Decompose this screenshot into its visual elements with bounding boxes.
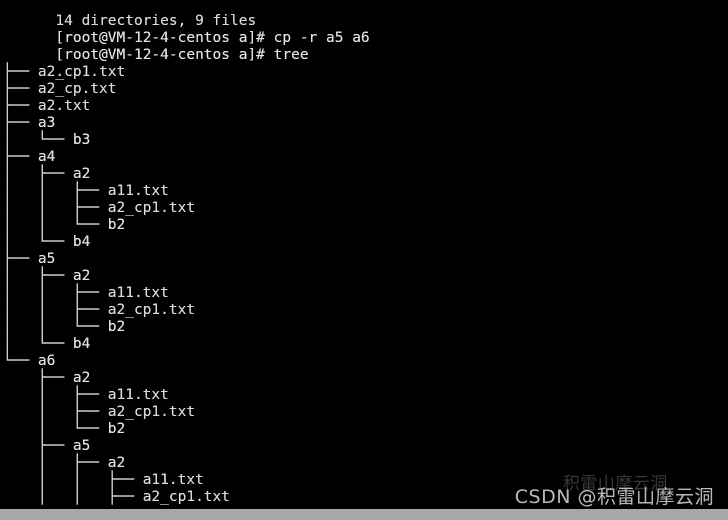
tree-branch-glyph: │ ├── [3,268,73,284]
tree-branch-glyph: ├── [3,115,38,131]
shell-command-tree: tree [264,47,309,63]
tree-line: ├── a5 [3,438,728,455]
tree-file-name: a2_cp1.txt [107,404,196,420]
tree-line: │ │ ├── a2_cp1.txt [3,489,728,506]
tree-line: │ ├── a2 [3,455,728,472]
tree-branch-glyph: │ │ ├── [3,183,108,199]
tree-directory-name: a5 [72,438,91,454]
tree-line: │ └── b3 [3,132,728,149]
tree-line: │ │ ├── a11.txt [3,472,728,489]
tree-file-name: a2_cp1.txt [37,64,126,80]
tree-file-name: a11.txt [107,285,169,301]
tree-branch-glyph: ├── [3,64,38,80]
tree-directory-name: b3 [72,132,91,148]
tree-directory-name: a5 [37,251,56,267]
terminal-screen: 14 directories, 9 files [root@VM-12-4-ce… [3,0,728,506]
status-bar [0,509,728,520]
tree-branch-glyph: │ │ └── [3,217,108,233]
tree-line: │ └── b4 [3,336,728,353]
tree-branch-glyph: ├── [3,149,38,165]
tree-line: │ │ ├── a11.txt [3,183,728,200]
tree-line: │ │ └── b2 [3,217,728,234]
tree-branch-glyph: ├── [3,98,38,114]
tree-directory-name: b4 [72,336,91,352]
tree-file-name: a2_cp1.txt [107,200,196,216]
tree-line: │ │ └── b2 [3,319,728,336]
tree-branch-glyph: ├── [3,81,38,97]
tree-branch-glyph: │ └── [3,421,108,437]
tree-branch-glyph: │ └── [3,234,73,250]
tree-branch-glyph: │ │ ├── [3,285,108,301]
tree-file-name: a11.txt [107,183,169,199]
tree-branch-glyph: │ │ ├── [3,489,143,505]
tree-branch-glyph: │ │ ├── [3,472,143,488]
tree-directory-name: a2 [107,455,126,471]
tree-line: ├── a2_cp.txt [3,81,728,98]
tree-branch-glyph: │ └── [3,132,73,148]
shell-command-cp: cp -r a5 a6 [264,30,370,46]
tree-directory-name: a6 [37,353,56,369]
tree-file-name: a2_cp1.txt [142,489,230,505]
scrollback-summary-text: 14 directories, 9 files [55,13,257,29]
tree-branch-glyph: │ │ ├── [3,200,108,216]
tree-branch-glyph: │ └── [3,336,73,352]
tree-branch-glyph: ├── [3,438,73,454]
tree-line: └── a6 [3,353,728,370]
tree-branch-glyph: │ ├── [3,166,73,182]
tree-line: ├── a2_cp1.txt [3,64,728,81]
tree-directory-name: b2 [107,319,126,335]
tree-directory-name: a2 [72,268,91,284]
tree-line: ├── a4 [3,149,728,166]
shell-prompt: [root@VM-12-4-centos a]# [55,30,265,46]
tree-line: │ │ ├── a11.txt [3,285,728,302]
tree-line: ├── a2 [3,370,728,387]
tree-directory-name: b2 [107,217,126,233]
tree-file-name: a11.txt [107,387,169,403]
tree-directory-name: a4 [37,149,56,165]
shell-prompt: [root@VM-12-4-centos a]# [55,47,265,63]
tree-file-name: a11.txt [142,472,204,488]
tree-branch-glyph: ├── [3,251,38,267]
tree-line: │ ├── a11.txt [3,387,728,404]
tree-branch-glyph: │ │ ├── [3,302,108,318]
tree-line: ├── a5 [3,251,728,268]
tree-directory-name: a3 [37,115,56,131]
tree-branch-glyph: └── [3,353,38,369]
tree-line: │ ├── a2 [3,268,728,285]
tree-line: │ ├── a2 [3,166,728,183]
tree-line: │ └── b2 [3,421,728,438]
tree-branch-glyph: │ ├── [3,455,108,471]
tree-line: │ ├── a2_cp1.txt [3,404,728,421]
tree-file-name: a2.txt [37,98,91,114]
tree-output: ├── a2_cp1.txt ├── a2_cp.txt ├── a2.txt ├──… [3,64,728,506]
tree-directory-name: b4 [72,234,91,250]
tree-file-name: a2_cp.txt [37,81,117,97]
tree-branch-glyph: │ ├── [3,387,108,403]
tree-branch-glyph: │ │ └── [3,319,108,335]
scrollback-line: 14 directories, 9 files [3,0,728,29]
tree-line: │ │ ├── a2_cp1.txt [3,302,728,319]
tree-line: ├── a2.txt [3,98,728,115]
tree-line: ├── a3 [3,115,728,132]
tree-line: │ └── b4 [3,234,728,251]
terminal-window[interactable]: 14 directories, 9 files [root@VM-12-4-ce… [0,0,728,509]
tree-branch-glyph: ├── [3,370,73,386]
tree-line: │ │ ├── a2_cp1.txt [3,200,728,217]
tree-file-name: a2_cp1.txt [107,302,196,318]
tree-directory-name: a2 [72,370,91,386]
tree-directory-name: a2 [72,166,91,182]
tree-directory-name: b2 [107,421,126,437]
tree-branch-glyph: │ ├── [3,404,108,420]
